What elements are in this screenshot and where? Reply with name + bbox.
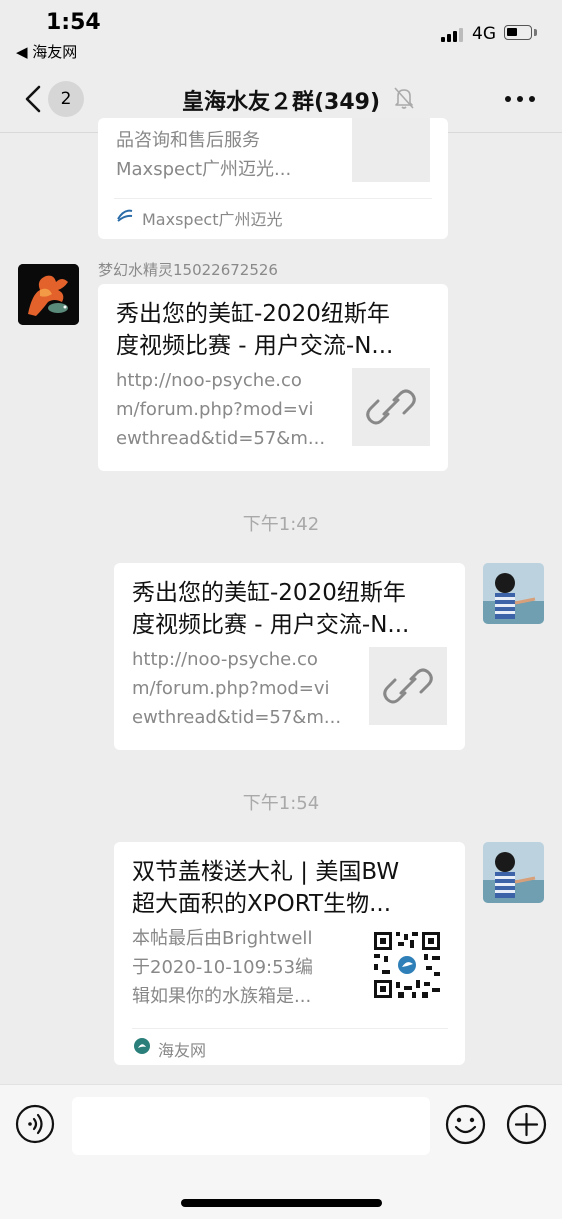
mute-bell-icon [394,87,414,109]
card-link-thumbnail [369,647,447,725]
card-description-line: m/forum.php?mod=vi [116,399,314,420]
message-input[interactable] [72,1097,430,1155]
card-description-line: http://noo-psyche.co [132,649,318,670]
message-timestamp: 下午1:42 [242,514,320,535]
plus-icon[interactable] [506,1104,547,1145]
child-photo-avatar-image [483,842,544,903]
card-title-line: 秀出您的美缸-2020纽斯年 [132,580,406,606]
card-description-line: ewthread&tid=57&m... [132,707,342,728]
card-title-line: 度视频比赛 - 用户交流-N... [116,333,394,359]
card-description-line: m/forum.php?mod=vi [132,678,330,699]
card-description-line: 本帖最后由Brightwell [132,928,313,949]
card-description-line: ewthread&tid=57&m... [116,428,326,449]
qr-code-icon [372,930,442,1000]
coral-fish-avatar-image [18,264,79,325]
back-to-app-link[interactable]: ◀ 海友网 [16,41,77,62]
link-card-maxspect[interactable]: 品咨询和售后服务 Maxspect广州迈光... Maxspect广州迈光 [98,118,448,239]
my-avatar[interactable] [483,563,544,624]
unread-count-badge[interactable]: 2 [48,81,84,117]
battery-tip [534,29,537,36]
message-timestamp: 下午1:54 [242,793,320,814]
card-description-line: Maxspect广州迈光... [116,159,292,180]
link-icon [383,668,433,704]
card-source-name: 海友网 [158,1041,207,1060]
emoji-icon[interactable] [445,1104,486,1145]
home-indicator [181,1199,382,1207]
signal-icon [441,28,465,42]
haiyouwang-logo-icon [134,1038,150,1054]
child-photo-avatar-image [483,563,544,624]
sender-avatar[interactable] [18,264,79,325]
maxspect-logo-icon [117,209,133,222]
card-title-line: 度视频比赛 - 用户交流-N... [132,612,410,638]
card-source-divider [132,1028,448,1029]
back-chevron-icon[interactable] [20,84,50,114]
card-description-line: 品咨询和售后服务 [116,130,260,151]
card-title-line: 双节盖楼送大礼 | 美国BW [132,859,400,885]
voice-icon[interactable] [15,1104,55,1144]
card-title-line: 秀出您的美缸-2020纽斯年 [116,301,390,327]
my-avatar[interactable] [483,842,544,903]
battery-icon [504,25,532,40]
card-description-line: http://noo-psyche.co [116,370,302,391]
card-description-line: 于2020-10-109:53编 [132,957,314,978]
link-icon [366,389,416,425]
card-thumbnail [352,118,430,182]
network-type: 4G [472,24,496,44]
more-options-icon[interactable] [504,94,536,104]
card-title-line: 超大面积的XPORT生物... [132,891,392,917]
card-description-line: 辑如果你的水族箱是... [132,986,312,1007]
link-card-incoming[interactable]: 秀出您的美缸-2020纽斯年 度视频比赛 - 用户交流-N... http://… [98,284,448,471]
card-source-name: Maxspect广州迈光 [142,210,283,229]
card-source-divider [114,198,432,199]
sender-name: 梦幻水精灵15022672526 [98,261,278,279]
status-time: 1:54 [46,10,101,35]
link-card-outgoing[interactable]: 秀出您的美缸-2020纽斯年 度视频比赛 - 用户交流-N... http://… [114,563,465,750]
card-link-thumbnail [352,368,430,446]
link-card-outgoing-bw[interactable]: 双节盖楼送大礼 | 美国BW 超大面积的XPORT生物... 本帖最后由Brig… [114,842,465,1065]
